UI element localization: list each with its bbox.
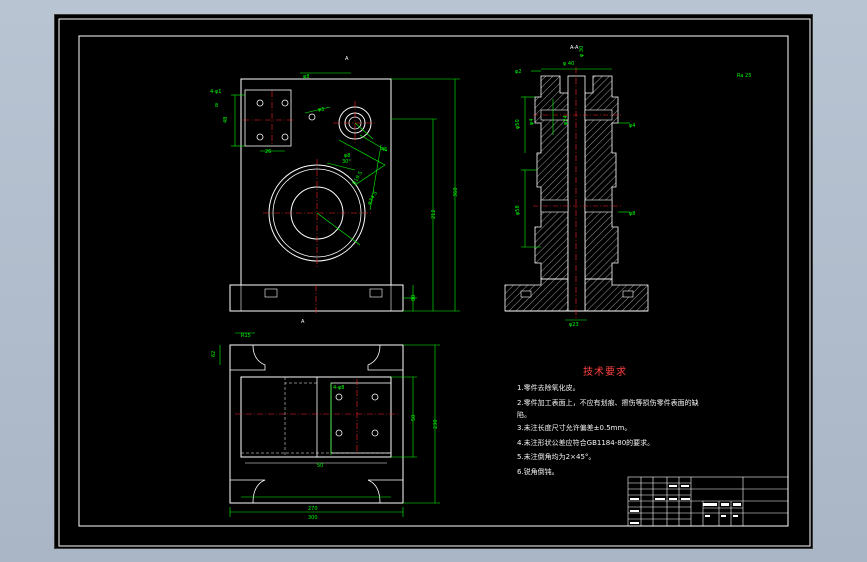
svg-text:8: 8 bbox=[215, 103, 218, 109]
svg-text:48: 48 bbox=[223, 117, 229, 123]
svg-text:R15: R15 bbox=[241, 333, 251, 339]
svg-text:φ24: φ24 bbox=[563, 115, 569, 125]
tech-note-4: 4.未注形状公差应符合GB1184-80的要求。 bbox=[517, 438, 655, 447]
svg-text:A-A: A-A bbox=[570, 45, 579, 51]
svg-text:φ4: φ4 bbox=[529, 119, 535, 125]
tech-note-2: 2.零件加工表面上，不应有划痕、擦伤等损伤零件表面的缺 bbox=[517, 398, 699, 407]
dim-front-width: 212 bbox=[431, 209, 437, 219]
dim-front-height: 360 bbox=[453, 187, 459, 197]
svg-text:30°: 30° bbox=[342, 159, 351, 165]
svg-text:A: A bbox=[301, 319, 305, 325]
svg-text:φ 30: φ 30 bbox=[579, 46, 585, 57]
tech-note-1: 1.零件去除氧化皮。 bbox=[517, 384, 580, 392]
svg-text:φ8: φ8 bbox=[629, 211, 635, 217]
tech-note-3: 3.未注长度尺寸允许偏差±0.5mm。 bbox=[517, 424, 632, 432]
front-view: 360 212 80 4-φ1 8 48 26 φ5 φ8 R19.5 45 3… bbox=[210, 56, 460, 325]
drawing-sheet: 360 212 80 4-φ1 8 48 26 φ5 φ8 R19.5 45 3… bbox=[54, 14, 813, 549]
svg-text:φ23: φ23 bbox=[569, 322, 579, 328]
section-view: φ 40 φ 30 φ2 φ50 φ4 φ58 φ4 φ8 φ24 φ23 A-… bbox=[504, 45, 751, 328]
svg-text:50: 50 bbox=[317, 463, 323, 469]
svg-text:R19.5: R19.5 bbox=[352, 170, 365, 186]
dim-top-depth: 230 bbox=[433, 419, 439, 429]
tech-requirements-title: 技术要求 bbox=[583, 367, 627, 378]
svg-text:φ8: φ8 bbox=[303, 74, 309, 80]
svg-text:φ34.5: φ34.5 bbox=[367, 190, 379, 206]
svg-text:φ 40: φ 40 bbox=[563, 61, 574, 67]
svg-text:80: 80 bbox=[411, 295, 417, 301]
title-block bbox=[627, 476, 789, 527]
svg-text:φ2: φ2 bbox=[515, 69, 521, 75]
top-view: 270 300 230 50 62 4-φ8 R15 50 bbox=[211, 332, 440, 521]
tech-note-5: 5.未注倒角均为2×45°。 bbox=[517, 453, 596, 461]
svg-text:26: 26 bbox=[265, 149, 271, 155]
svg-text:φ4: φ4 bbox=[629, 123, 635, 129]
dim-top-side: 62 bbox=[211, 351, 217, 357]
svg-text:φ50: φ50 bbox=[515, 119, 521, 129]
svg-text:A: A bbox=[345, 56, 349, 62]
dim-top-width-inner: 270 bbox=[308, 506, 318, 512]
svg-text:4-φ1: 4-φ1 bbox=[210, 89, 221, 95]
svg-text:φ58: φ58 bbox=[515, 205, 521, 215]
roughness-symbol: Ra 25 bbox=[737, 73, 751, 79]
dim-top-width-overall: 300 bbox=[308, 515, 318, 521]
tech-requirements-list: 1.零件去除氧化皮。 2.零件加工表面上，不应有划痕、擦伤等损伤零件表面的缺 陷… bbox=[517, 381, 757, 479]
svg-text:φ5: φ5 bbox=[318, 107, 324, 113]
svg-text:45: 45 bbox=[381, 147, 387, 153]
dim-top-depth-inner: 50 bbox=[411, 415, 417, 421]
svg-text:4-φ8: 4-φ8 bbox=[333, 385, 344, 391]
tech-note-2-cont: 陷。 bbox=[517, 411, 531, 419]
tech-note-6: 6.锐角倒钝。 bbox=[517, 467, 559, 476]
